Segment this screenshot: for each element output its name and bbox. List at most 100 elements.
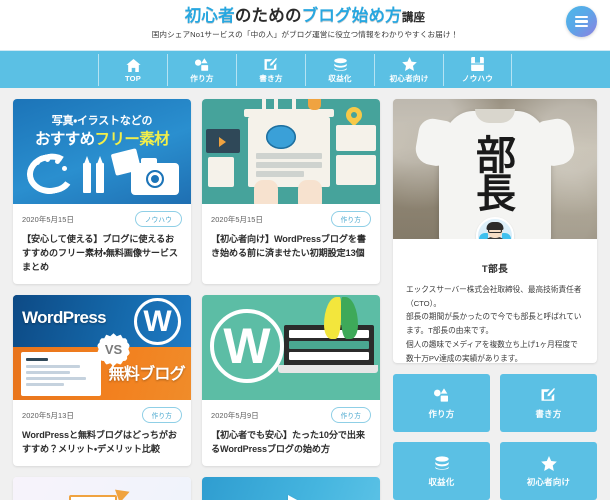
video-thumbnail	[206, 129, 240, 153]
category-label: 書き方	[535, 408, 561, 420]
pen-tool	[262, 99, 266, 111]
palette-icon	[23, 150, 76, 199]
category-label: 収益化	[428, 476, 454, 488]
ruler-tool	[292, 99, 296, 110]
post-title[interactable]: 【初心者でも安心】たった10分で出来るWordPressブログの始め方	[202, 425, 380, 466]
nav-item-top[interactable]: TOP	[98, 54, 167, 86]
palette-dot	[55, 159, 60, 164]
book-icon	[471, 57, 484, 72]
category-tile-kakikata[interactable]: 書き方	[500, 374, 597, 432]
profile-name: T部長	[393, 261, 597, 275]
post-title[interactable]: WordPressと無料ブログはどっちがおすすめ？メリット・デメリット比較	[13, 425, 191, 466]
category-tile-shueki[interactable]: 収益化	[393, 442, 490, 500]
profile-cover-photo: 部長	[393, 99, 597, 239]
post-card[interactable]: W 2020年5月9日 作り方 【初心者でも安心】たった10分で出来るWor	[202, 295, 380, 466]
post-card[interactable]: 2020年5月15日 作り方 【初心者向け】WordPressブログを書き始める…	[202, 99, 380, 284]
content-line	[256, 153, 322, 159]
post-thumbnail-wordpress-setup	[202, 99, 380, 204]
illustration-topbar	[244, 109, 334, 117]
post-card[interactable]: WordPress W 無料ブログ VS 2020年5月13日 作り方 Word…	[13, 295, 191, 466]
hamburger-menu-icon[interactable]	[566, 6, 597, 37]
post-list: 写真・イラストなどの おすすめフリー素材 2020年5月15日 ノウハウ 【安心…	[13, 99, 380, 500]
shapes-icon	[195, 57, 210, 72]
thumb-caption-main: おすすめフリー素材	[13, 127, 191, 149]
camera-icon	[131, 163, 179, 195]
site-title: 初心者のためのブログ始め方講座	[0, 7, 610, 25]
note-card	[336, 125, 376, 151]
shapes-icon	[434, 387, 450, 404]
post-tag[interactable]: 作り方	[331, 211, 371, 227]
brush-icon	[83, 163, 91, 193]
pen-icon	[96, 163, 104, 193]
post-meta: 2020年5月15日 ノウハウ	[13, 204, 191, 229]
nav-item-nouhau[interactable]: ノウハウ	[443, 54, 512, 86]
post-date: 2020年5月15日	[22, 214, 74, 225]
post-title[interactable]: 【初心者向け】WordPressブログを書き始める前に済ませたい初期設定13個	[202, 229, 380, 270]
category-tiles: 作り方 書き方 収益化 初心者向け	[393, 374, 597, 500]
nav-item-kakikata[interactable]: 書き方	[236, 54, 305, 86]
post-tag[interactable]: 作り方	[331, 407, 371, 423]
tshirt-kanji: 部長	[476, 137, 514, 214]
nav-item-tsukurikata[interactable]: 作り方	[167, 54, 236, 86]
hamburger-bar-1	[575, 16, 588, 18]
site-header: 初心者のためのブログ始め方講座 国内シェアNo1サービスの「中の人」がブログ運営…	[0, 0, 610, 50]
post-tag[interactable]: 作り方	[142, 407, 182, 423]
post-title[interactable]: 【安心して使える】ブログに使えるおすすめのフリー素材・無料画像サービスまとめ	[13, 229, 191, 284]
nav-label-tsukurikata: 作り方	[190, 73, 213, 84]
tshirt-collar	[475, 109, 515, 123]
nav-label-nouhau: ノウハウ	[462, 73, 493, 84]
nav-item-shueki[interactable]: 収益化	[305, 54, 374, 86]
category-tile-tsukurikata[interactable]: 作り方	[393, 374, 490, 432]
post-thumbnail-partial-light	[13, 477, 191, 500]
coins-icon	[434, 455, 450, 472]
site-title-part-1: 初心者	[185, 7, 235, 25]
category-tile-shoshinsha[interactable]: 初心者向け	[500, 442, 597, 500]
beginner-leaf-icon	[324, 297, 358, 339]
profile-card: 部長 T部長 エックスサーバー株式会社取締役、最高技術責任者（CTO）。 部長の…	[393, 99, 597, 363]
post-card[interactable]	[13, 477, 191, 500]
hamburger-bar-2	[575, 20, 588, 22]
post-thumbnail-partial-blue	[202, 477, 380, 500]
post-date: 2020年5月13日	[22, 410, 74, 421]
profile-bio-line: 部長の期間が長かったので今でも部長と呼ばれています。T部長の由来です。	[406, 310, 584, 337]
nav-item-shoshinsha[interactable]: 初心者向け	[374, 54, 443, 86]
thumb-caption-main-yellow: フリー素材	[95, 131, 170, 148]
post-meta: 2020年5月15日 作り方	[202, 204, 380, 229]
star-icon	[402, 57, 417, 72]
nav-label-top: TOP	[125, 74, 141, 83]
site-tagline: 国内シェアNo1サービスの「中の人」がブログ運営に役立つ情報をわかりやすくお届け…	[0, 29, 610, 40]
wordpress-logo-icon: W	[134, 298, 181, 345]
post-thumbnail-wordpress-vs-free: WordPress W 無料ブログ VS	[13, 295, 191, 400]
hand-right	[298, 180, 322, 204]
star-icon	[541, 455, 557, 472]
cup-icon	[308, 99, 321, 110]
profile-bio-line: 個人の趣味でメディアを複数立ち上げ1ヶ月程度で数十万PV達成の実績があります。	[406, 338, 584, 363]
category-label: 作り方	[428, 408, 454, 420]
paper-plane-icon	[115, 486, 132, 500]
hamburger-bar-3	[575, 25, 588, 27]
thumb-word-wordpress: WordPress	[22, 308, 106, 328]
chart-card	[336, 155, 376, 185]
post-card[interactable]: 写真・イラストなどの おすすめフリー素材 2020年5月15日 ノウハウ 【安心…	[13, 99, 191, 284]
profile-bio-line: エックスサーバー株式会社取締役、最高技術責任者（CTO）。	[406, 283, 584, 310]
sidebar: 部長 T部長 エックスサーバー株式会社取締役、最高技術責任者（CTO）。 部長の…	[393, 99, 597, 500]
post-card[interactable]	[202, 477, 380, 500]
paper-plane-icon	[288, 495, 308, 500]
post-thumbnail-wordpress-start: W	[202, 295, 380, 400]
nav-label-shueki: 収益化	[328, 73, 351, 84]
content-line	[256, 162, 322, 168]
thumb-caption-top: 写真・イラストなどの	[13, 112, 191, 128]
post-meta: 2020年5月9日 作り方	[202, 400, 380, 425]
profile-bio: エックスサーバー株式会社取締役、最高技術責任者（CTO）。 部長の期間が長かった…	[393, 275, 597, 363]
post-tag[interactable]: ノウハウ	[135, 211, 182, 227]
home-icon	[126, 58, 141, 73]
thumb-caption-main-white: おすすめ	[35, 131, 95, 148]
nav-label-kakikata: 書き方	[259, 73, 282, 84]
pencil-tool	[274, 99, 278, 111]
palette-dot	[62, 166, 67, 171]
coins-icon	[333, 57, 348, 72]
checklist-icon	[208, 157, 234, 187]
palette-dot	[35, 160, 40, 165]
post-date: 2020年5月9日	[211, 410, 259, 421]
hand-left	[254, 180, 278, 204]
